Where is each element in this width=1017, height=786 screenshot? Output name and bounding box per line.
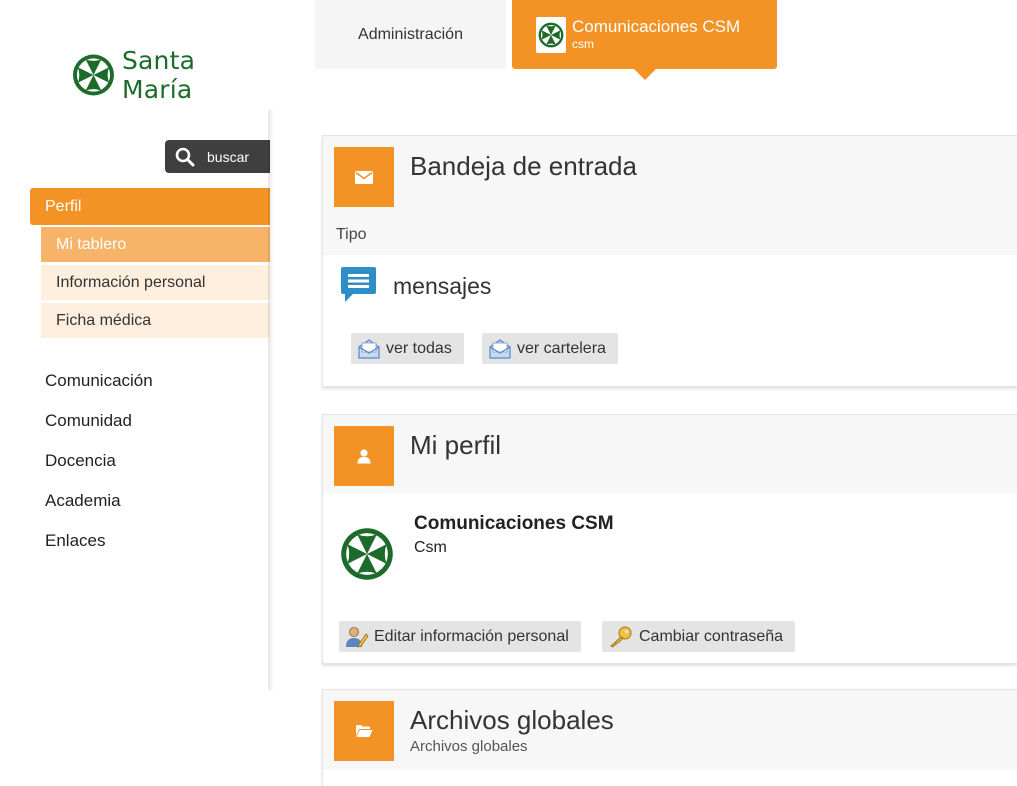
ver-todas-button[interactable]: ver todas (351, 333, 464, 364)
sidebar-subitem-informacion-personal[interactable]: Información personal (41, 265, 270, 300)
tab-comunicaciones-csm[interactable]: Comunicaciones CSM csm (512, 0, 777, 80)
sidebar-shadow (268, 110, 274, 690)
ver-todas-label: ver todas (386, 339, 452, 357)
sidebar: Santa María buscar Perfil Mi tablero Inf… (0, 0, 270, 786)
files-panel: Archivos globales Archivos globales (322, 689, 1017, 786)
user-icon (334, 426, 394, 486)
search-button-label: buscar (207, 148, 250, 165)
profile-panel-header: Mi perfil (323, 415, 1017, 493)
files-panel-header: Archivos globales Archivos globales (323, 690, 1017, 770)
inbox-panel-header: Bandeja de entrada Tipo (323, 136, 1017, 255)
green-cross-emblem-icon (538, 22, 564, 48)
green-cross-emblem-icon (72, 54, 114, 96)
avatar (341, 528, 393, 580)
cambiar-contrasena-label: Cambiar contraseña (639, 627, 784, 645)
edit-user-icon (346, 626, 369, 648)
files-title: Archivos globales (410, 705, 614, 735)
chat-bubble-icon (341, 267, 376, 302)
inbox-tipo-label: Tipo (336, 226, 367, 243)
ver-cartelera-button[interactable]: ver cartelera (482, 333, 618, 364)
sidebar-item-academia[interactable]: Academia (45, 491, 121, 511)
tab-active-subtitle: csm (572, 37, 594, 51)
editar-informacion-label: Editar información personal (374, 627, 569, 645)
profile-username: Csm (414, 539, 447, 556)
tab-administracion[interactable]: Administración (315, 0, 506, 69)
inbox-title: Bandeja de entrada (410, 151, 637, 181)
inbox-type-mensajes[interactable]: mensajes (393, 273, 491, 300)
profile-title: Mi perfil (410, 430, 502, 460)
key-icon (610, 626, 632, 648)
open-mail-icon (358, 338, 380, 359)
sidebar-section-perfil[interactable]: Perfil (30, 188, 270, 225)
editar-informacion-button[interactable]: Editar información personal (339, 621, 581, 652)
tab-logo (536, 17, 566, 53)
brand-logo[interactable]: Santa María (72, 46, 270, 104)
search-icon (175, 147, 195, 166)
folder-open-icon (334, 701, 394, 761)
sidebar-subitem-ficha-medica[interactable]: Ficha médica (41, 303, 270, 338)
tab-caret-icon (634, 69, 656, 80)
sidebar-item-enlaces[interactable]: Enlaces (45, 531, 105, 551)
sidebar-item-docencia[interactable]: Docencia (45, 451, 116, 471)
ver-cartelera-label: ver cartelera (517, 339, 606, 357)
inbox-panel: Bandeja de entrada Tipo mensajes ver tod… (322, 135, 1017, 387)
sidebar-item-comunicacion[interactable]: Comunicación (45, 371, 153, 391)
search-button[interactable]: buscar (165, 140, 270, 173)
sidebar-item-comunidad[interactable]: Comunidad (45, 411, 132, 431)
brand-name: Santa María (121, 46, 196, 104)
cambiar-contrasena-button[interactable]: Cambiar contraseña (602, 621, 796, 652)
sidebar-subitem-mi-tablero[interactable]: Mi tablero (41, 227, 270, 262)
envelope-icon (334, 147, 394, 207)
open-mail-icon (489, 338, 511, 359)
files-subtitle: Archivos globales (410, 738, 528, 755)
profile-panel: Mi perfil Comunicaciones CSM Csm Editar … (322, 414, 1017, 664)
tab-active-title: Comunicaciones CSM (572, 17, 741, 36)
profile-name: Comunicaciones CSM (414, 513, 614, 534)
